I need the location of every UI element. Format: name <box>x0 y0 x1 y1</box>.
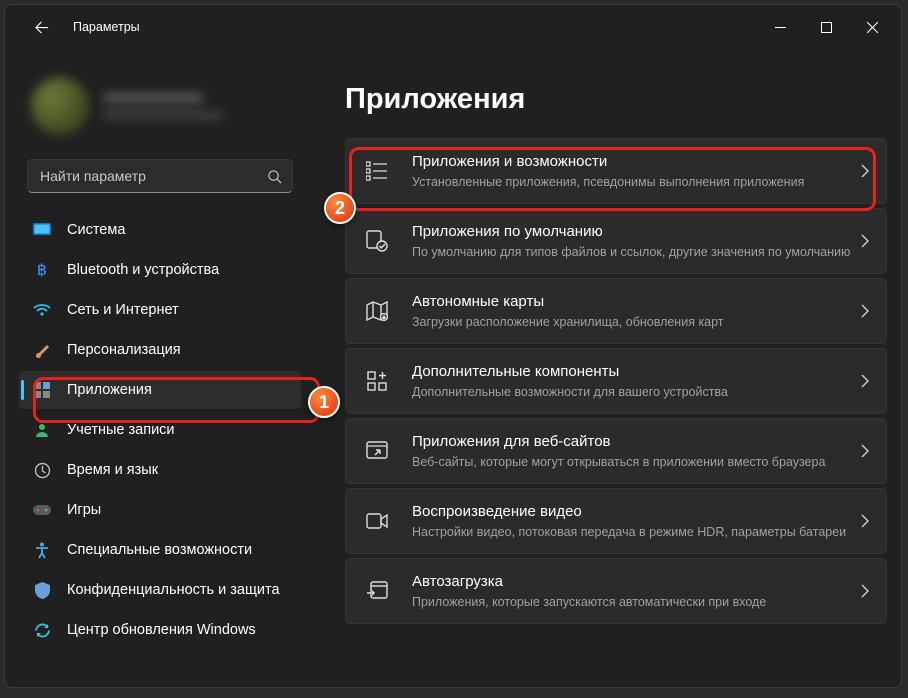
tile-video-playback[interactable]: Воспроизведение видео Настройки видео, п… <box>345 488 887 554</box>
sidebar-item-label: Приложения <box>67 382 152 398</box>
sidebar-item-label: Время и язык <box>67 462 158 478</box>
search-input-container[interactable] <box>27 159 293 193</box>
tile-default-apps[interactable]: Приложения по умолчанию По умолчанию для… <box>345 208 887 274</box>
default-apps-icon <box>364 228 390 254</box>
tile-sub: Приложения, которые запускаются автомати… <box>412 594 851 610</box>
sidebar-item-personalization[interactable]: Персонализация <box>19 331 301 369</box>
tile-optional-features[interactable]: Дополнительные компоненты Дополнительные… <box>345 348 887 414</box>
maximize-button[interactable] <box>803 10 849 44</box>
chevron-right-icon <box>861 374 870 388</box>
close-icon <box>867 22 878 33</box>
video-icon <box>364 508 390 534</box>
search-input[interactable] <box>40 168 267 184</box>
profile-text <box>103 93 223 119</box>
sidebar-item-label: Учетные записи <box>67 422 175 438</box>
callout-badge-1: 1 <box>308 386 340 418</box>
tile-title: Воспроизведение видео <box>412 502 851 522</box>
gamepad-icon <box>33 501 51 519</box>
chevron-right-icon <box>861 584 870 598</box>
chevron-right-icon <box>861 164 870 178</box>
sidebar-item-time-language[interactable]: Время и язык <box>19 451 301 489</box>
sidebar-item-label: Bluetooth и устройства <box>67 262 219 278</box>
tile-apps-features[interactable]: Приложения и возможности Установленные п… <box>345 138 887 204</box>
minimize-button[interactable] <box>757 10 803 44</box>
tile-sub: Дополнительные возможности для вашего ус… <box>412 384 851 400</box>
accessibility-icon <box>33 541 51 559</box>
chevron-right-icon <box>861 514 870 528</box>
tile-sub: По умолчанию для типов файлов и ссылок, … <box>412 244 851 260</box>
sidebar-item-bluetooth[interactable]: ฿ Bluetooth и устройства <box>19 251 301 289</box>
tile-offline-maps[interactable]: Автономные карты Загрузки расположение х… <box>345 278 887 344</box>
shield-icon <box>33 581 51 599</box>
clock-globe-icon <box>33 461 51 479</box>
tile-title: Дополнительные компоненты <box>412 362 851 382</box>
tile-sub: Веб-сайты, которые могут открываться в п… <box>412 454 851 470</box>
bluetooth-icon: ฿ <box>33 261 51 279</box>
sidebar-item-privacy[interactable]: Конфиденциальность и защита <box>19 571 301 609</box>
maximize-icon <box>821 22 832 33</box>
sidebar-item-label: Сеть и Интернет <box>67 302 179 318</box>
tile-title: Приложения и возможности <box>412 152 851 172</box>
minimize-icon <box>775 22 786 33</box>
tile-web-apps[interactable]: Приложения для веб-сайтов Веб-сайты, кот… <box>345 418 887 484</box>
tile-sub: Загрузки расположение хранилища, обновле… <box>412 314 851 330</box>
system-icon <box>33 221 51 239</box>
grid-plus-icon <box>364 368 390 394</box>
tile-title: Приложения по умолчанию <box>412 222 851 242</box>
map-icon <box>364 298 390 324</box>
avatar <box>31 77 89 135</box>
sidebar-item-network[interactable]: Сеть и Интернет <box>19 291 301 329</box>
sidebar-item-apps[interactable]: Приложения <box>19 371 301 409</box>
wifi-icon <box>33 301 51 319</box>
back-button[interactable] <box>23 9 59 45</box>
sidebar-item-label: Центр обновления Windows <box>67 622 256 638</box>
arrow-left-icon <box>34 20 49 35</box>
user-profile[interactable] <box>13 49 307 159</box>
tile-startup[interactable]: Автозагрузка Приложения, которые запуска… <box>345 558 887 624</box>
chevron-right-icon <box>861 234 870 248</box>
chevron-right-icon <box>861 444 870 458</box>
close-button[interactable] <box>849 10 895 44</box>
sidebar-item-label: Конфиденциальность и защита <box>67 582 280 598</box>
sidebar-item-accessibility[interactable]: Специальные возможности <box>19 531 301 569</box>
callout-badge-2: 2 <box>324 192 356 224</box>
sidebar-item-label: Специальные возможности <box>67 542 252 558</box>
sidebar-item-label: Персонализация <box>67 342 181 358</box>
sidebar-item-system[interactable]: Система <box>19 211 301 249</box>
page-title: Приложения <box>345 83 887 116</box>
window-title: Параметры <box>73 20 140 34</box>
apps-icon <box>33 381 51 399</box>
tile-title: Приложения для веб-сайтов <box>412 432 851 452</box>
list-icon <box>364 158 390 184</box>
startup-icon <box>364 578 390 604</box>
sidebar-item-label: Игры <box>67 502 101 518</box>
sidebar-item-label: Система <box>67 222 125 238</box>
chevron-right-icon <box>861 304 870 318</box>
sidebar-item-windows-update[interactable]: Центр обновления Windows <box>19 611 301 649</box>
search-icon <box>267 169 282 184</box>
brush-icon <box>33 341 51 359</box>
tile-sub: Установленные приложения, псевдонимы вып… <box>412 174 851 190</box>
person-icon <box>33 421 51 439</box>
sidebar-item-gaming[interactable]: Игры <box>19 491 301 529</box>
tile-title: Автозагрузка <box>412 572 851 592</box>
update-icon <box>33 621 51 639</box>
browser-open-icon <box>364 438 390 464</box>
tile-title: Автономные карты <box>412 292 851 312</box>
sidebar-item-accounts[interactable]: Учетные записи <box>19 411 301 449</box>
tile-sub: Настройки видео, потоковая передача в ре… <box>412 524 851 540</box>
